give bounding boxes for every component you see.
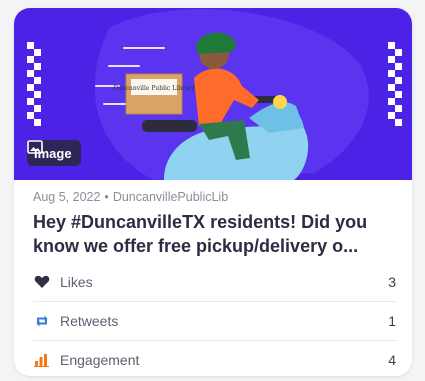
- bar-chart-icon: [33, 352, 51, 368]
- media-type-badge: Image: [27, 140, 81, 166]
- likes-label: Likes: [60, 274, 93, 290]
- engagement-label: Engagement: [60, 352, 140, 368]
- meta-separator: •: [104, 190, 109, 204]
- stat-row-engagement: Engagement 4: [33, 341, 396, 376]
- stat-row-retweets: Retweets 1: [33, 302, 396, 341]
- post-title[interactable]: Hey #DuncanvilleTX residents! Did you kn…: [33, 210, 399, 258]
- stats-list: Likes 3 Retweets 1 Engagement 4: [33, 263, 396, 376]
- post-date: Aug 5, 2022: [33, 190, 101, 204]
- box-label: Duncanville Public Library: [113, 85, 195, 92]
- retweet-icon: [33, 313, 51, 329]
- engagement-count: 4: [388, 352, 396, 368]
- likes-count: 3: [388, 274, 396, 290]
- retweets-label: Retweets: [60, 313, 119, 329]
- image-icon: [27, 140, 43, 154]
- post-image[interactable]: Duncanville Public Library Image: [14, 8, 412, 180]
- retweets-count: 1: [388, 313, 396, 329]
- post-author[interactable]: DuncanvillePublicLib: [113, 190, 228, 204]
- post-meta: Aug 5, 2022 • DuncanvillePublicLib: [33, 190, 228, 204]
- heart-icon: [33, 274, 51, 290]
- stat-row-likes: Likes 3: [33, 263, 396, 302]
- post-card[interactable]: Duncanville Public Library Image Aug 5, …: [14, 8, 412, 376]
